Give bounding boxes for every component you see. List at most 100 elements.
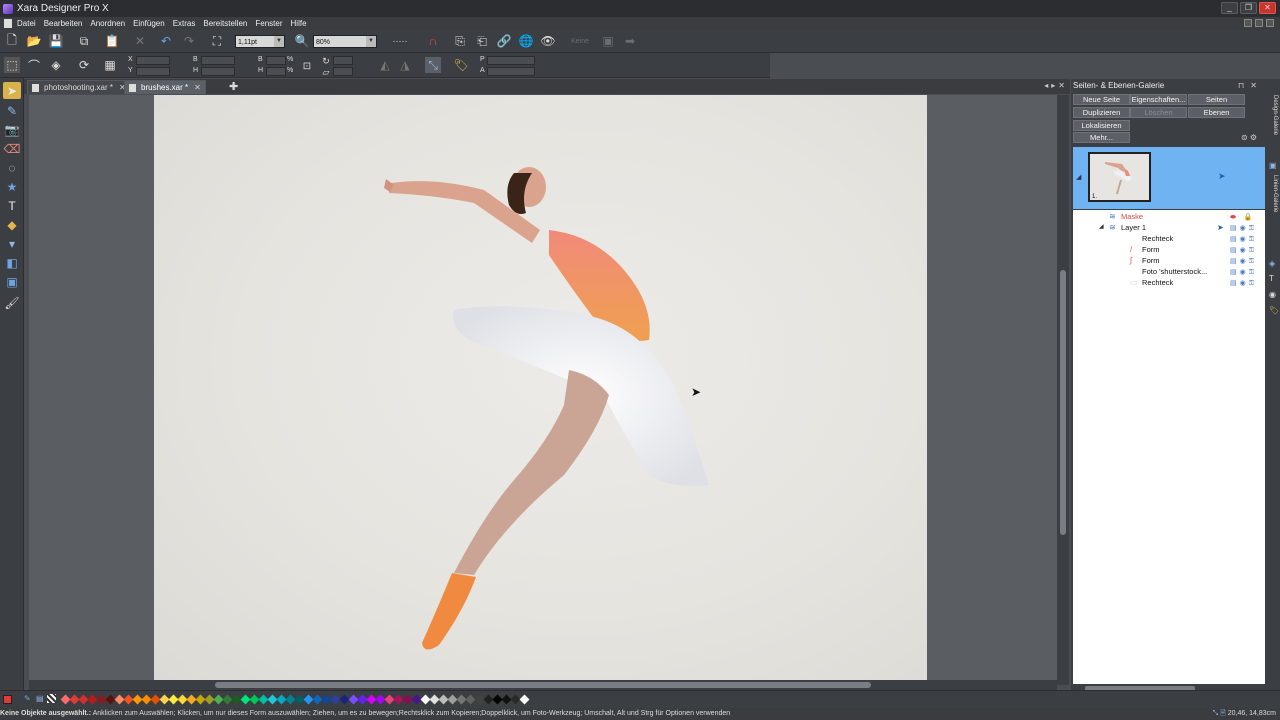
grid-icon[interactable]: ▦ [102, 57, 118, 73]
expand-icon[interactable]: ◢ [1099, 222, 1104, 233]
a-field[interactable] [487, 67, 535, 76]
locate-button[interactable]: Lokalisieren [1073, 120, 1130, 131]
zoom-icon[interactable]: 🔍 [294, 33, 310, 49]
properties-button[interactable]: Eigenschaften... [1130, 94, 1187, 105]
canvas-area[interactable]: ➤ [29, 95, 1057, 680]
play-icon[interactable]: ▣ [600, 33, 616, 49]
height-field[interactable] [201, 67, 235, 76]
bevel-tool-icon[interactable]: ▣ [3, 273, 21, 290]
export-icon[interactable]: ⎗ [474, 33, 490, 49]
current-color-swatch[interactable] [3, 695, 12, 704]
object-row-foto[interactable]: Foto 'shutterstock... ▤◉⚿ [1073, 266, 1265, 277]
close-icon[interactable]: ✕ [194, 83, 201, 92]
object-actions-icon[interactable]: ▤◉⚿ [1230, 278, 1257, 289]
color-editor-icon[interactable]: ▤ [36, 694, 44, 703]
doc-close-button[interactable] [1266, 19, 1274, 27]
save-icon[interactable]: 💾 [48, 33, 64, 49]
tab-brushes[interactable]: brushes.xar * ✕ [124, 80, 206, 94]
maximize-button[interactable]: ❐ [1240, 2, 1257, 14]
star-tool-icon[interactable]: ★ [3, 178, 21, 195]
shadow-tool-icon[interactable]: ◧ [3, 254, 21, 271]
doc-minimize-button[interactable] [1244, 19, 1252, 27]
pages-button[interactable]: Seiten [1188, 94, 1245, 105]
lock-ratio-icon[interactable]: ⊡ [299, 58, 315, 74]
new-page-button[interactable]: Neue Seite [1073, 94, 1130, 105]
object-row-form[interactable]: / Form ▤◉⚿ [1073, 244, 1265, 255]
select-mode-icon[interactable]: ⬚ [4, 57, 20, 73]
open-icon[interactable]: 📂 [26, 33, 42, 49]
palette-swatch[interactable] [519, 694, 530, 705]
skew-field[interactable] [333, 67, 353, 76]
copy-icon[interactable]: ⧉ [76, 33, 92, 49]
transparency-tool-icon[interactable]: ▾ [3, 235, 21, 252]
ballerina-photo[interactable] [154, 95, 927, 680]
color-gallery-icon[interactable]: ◈ [1269, 259, 1275, 268]
paste-icon[interactable]: 📋 [104, 33, 120, 49]
menu-extras[interactable]: Extras [173, 19, 196, 28]
zoom-select[interactable]: 80% ▼ [313, 35, 377, 48]
new-icon[interactable]: 🗋 [4, 33, 20, 49]
flip-vertical-icon[interactable]: ◮ [397, 57, 413, 73]
design-gallery-tab[interactable]: Design-Galerie [1269, 95, 1278, 135]
curve-icon[interactable]: ⌒ [26, 57, 42, 73]
p-field[interactable] [487, 56, 535, 65]
delete-icon[interactable]: ✕ [132, 33, 148, 49]
link-icon[interactable]: 🔗 [496, 33, 512, 49]
layers-button[interactable]: Ebenen [1188, 107, 1245, 118]
layer-settings-icon[interactable]: ⊜ ⚙ [1241, 133, 1257, 142]
collapse-icon[interactable]: ◢ [1076, 173, 1081, 181]
more-button[interactable]: Mehr... [1073, 132, 1130, 143]
menu-bereitstellen[interactable]: Bereitstellen [203, 19, 247, 28]
brush-tool-icon[interactable]: 🖌 [3, 294, 21, 311]
menu-hilfe[interactable]: Hilfe [291, 19, 307, 28]
import-icon[interactable]: ⎘ [452, 33, 468, 49]
layer-row-maske[interactable]: ≋ Maske ⬬ 🔒 [1073, 211, 1265, 222]
tab-nav-icons[interactable]: ◂▸✕ [1044, 81, 1068, 90]
menu-einfuegen[interactable]: Einfügen [133, 19, 165, 28]
clipart-gallery-icon[interactable]: 🏷 [1269, 306, 1279, 315]
rotate-icon[interactable]: ⟳ [76, 57, 92, 73]
horizontal-scroll-thumb[interactable] [215, 682, 871, 688]
page-strip[interactable]: ◢ 1. ➤ [1073, 147, 1265, 209]
photo-tool-icon[interactable]: 📷 [3, 121, 21, 138]
gallery-window-buttons[interactable]: ⊓✕ [1238, 81, 1263, 90]
scale-width-field[interactable] [266, 56, 286, 65]
tab-photoshooting[interactable]: photoshooting.xar * ✕ [27, 80, 131, 94]
minimize-button[interactable]: _ [1221, 2, 1238, 14]
redo-icon[interactable]: ↷ [181, 33, 197, 49]
forward-icon[interactable]: ➡ [622, 33, 638, 49]
new-tab-button[interactable]: ✚ [229, 80, 238, 93]
fill-icon[interactable]: ◈ [48, 57, 64, 73]
layer-row-layer1[interactable]: ◢ ≋ Layer 1 ➤ ▤◉⚿ [1073, 222, 1265, 233]
flip-horizontal-icon[interactable]: ◭ [377, 57, 393, 73]
bitmap-gallery-icon[interactable]: ◉ [1269, 290, 1276, 299]
font-gallery-icon[interactable]: T [1269, 274, 1274, 283]
rotation-field[interactable] [333, 56, 353, 65]
snap-dots-icon[interactable]: ····· [392, 33, 408, 49]
eyedropper-icon[interactable]: ✎ [24, 694, 31, 703]
menu-anordnen[interactable]: Anordnen [90, 19, 125, 28]
doc-restore-button[interactable] [1255, 19, 1263, 27]
line-width-select[interactable]: 1,11pt ▼ [235, 35, 285, 48]
vertical-scrollbar[interactable] [1057, 95, 1069, 685]
pen-tool-icon[interactable]: ✎ [3, 102, 21, 119]
duplicate-button[interactable]: Duplizieren [1073, 107, 1130, 118]
menu-datei[interactable]: Datei [17, 19, 36, 28]
object-row-rechteck[interactable]: Rechteck ▤◉⚿ [1073, 233, 1265, 244]
eraser-tool-icon[interactable]: ⌫ [3, 140, 21, 157]
object-row-form-2[interactable]: ʃ Form ▤◉⚿ [1073, 255, 1265, 266]
document-page[interactable]: ➤ [154, 95, 927, 680]
preview-icon[interactable]: 👁 [540, 33, 556, 49]
close-button[interactable]: ✕ [1259, 2, 1276, 14]
transform-icon[interactable]: ⛶ [209, 33, 225, 49]
text-tool-icon[interactable]: T [3, 197, 21, 214]
menu-fenster[interactable]: Fenster [255, 19, 282, 28]
web-icon[interactable]: 🌐 [518, 33, 534, 49]
object-row-rechteck-2[interactable]: ▭ Rechteck ▤◉⚿ [1073, 277, 1265, 288]
magnet-icon[interactable]: ∩ [425, 33, 441, 49]
undo-icon[interactable]: ↶ [158, 33, 174, 49]
delete-button[interactable]: Löschen [1130, 107, 1187, 118]
page-thumbnail[interactable]: 1. [1088, 152, 1151, 202]
vertical-scroll-thumb[interactable] [1060, 270, 1066, 535]
x-field[interactable] [136, 56, 170, 65]
